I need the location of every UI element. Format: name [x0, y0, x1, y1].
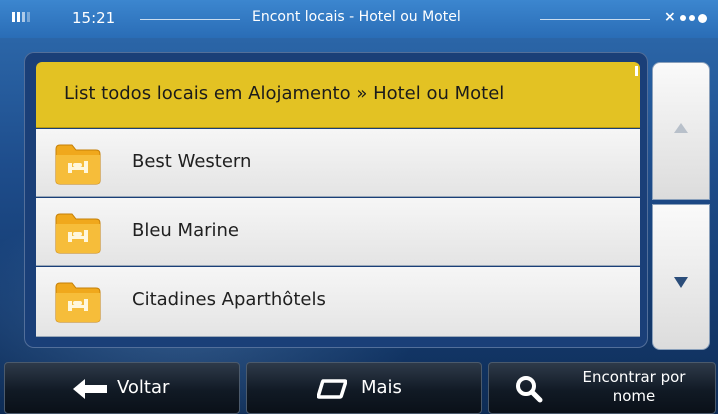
hotel-folder-icon: [55, 282, 101, 323]
back-button-label: Voltar: [117, 377, 170, 398]
scroll-down-arrow-icon: [674, 277, 688, 288]
list-header-text: List todos locais em Alojamento » Hotel …: [64, 83, 505, 104]
list-item-label: Best Western: [132, 151, 252, 172]
more-icon: [317, 379, 347, 399]
list-item-label: Citadines Aparthôtels: [132, 289, 326, 310]
gps-satellite-icon: ⨯: [664, 9, 676, 25]
scroll-down-button[interactable]: [652, 204, 710, 350]
hotel-folder-icon: [55, 144, 101, 185]
scroll-up-button[interactable]: [652, 62, 710, 200]
back-button[interactable]: Voltar: [4, 362, 240, 414]
status-bar: 15:21 Encont locais - Hotel ou Motel ⨯: [0, 0, 718, 38]
scroll-up-arrow-icon: [674, 123, 688, 133]
more-button-label: Mais: [361, 377, 402, 398]
battery-signal-icon: [12, 12, 30, 22]
list-item-best-western[interactable]: Best Western: [36, 129, 640, 197]
status-divider-left: [140, 19, 240, 20]
results-list-panel: List todos locais em Alojamento » Hotel …: [24, 52, 648, 348]
find-by-name-button[interactable]: Encontrar por nome: [488, 362, 716, 414]
navigation-screen: 15:21 Encont locais - Hotel ou Motel ⨯ L…: [0, 0, 718, 414]
list-item-label: Bleu Marine: [132, 220, 239, 241]
list-item-bleu-marine[interactable]: Bleu Marine: [36, 198, 640, 266]
back-arrow-icon: [73, 379, 107, 399]
screen-title: Encont locais - Hotel ou Motel: [252, 9, 461, 25]
find-by-name-label: Encontrar por nome: [582, 368, 686, 405]
scroll-indicator: [635, 66, 638, 76]
more-button[interactable]: Mais: [246, 362, 482, 414]
clock-time: 15:21: [72, 9, 116, 27]
list-item-citadines[interactable]: Citadines Aparthôtels: [36, 267, 640, 337]
menu-dots-icon[interactable]: [680, 14, 707, 23]
search-icon: [516, 376, 543, 403]
bottom-toolbar: Voltar Mais Encontrar por nome: [0, 362, 718, 414]
status-divider-right: [540, 19, 650, 20]
hotel-folder-icon: [55, 213, 101, 254]
list-header: List todos locais em Alojamento » Hotel …: [36, 62, 640, 128]
